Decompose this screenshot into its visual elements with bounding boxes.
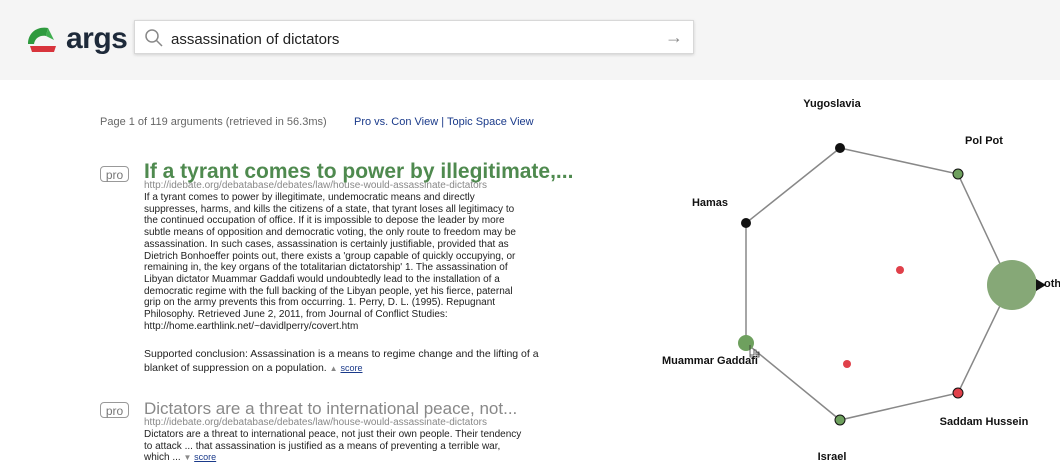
body-line: Dietrich Bonhoeffer points out, there ex… — [144, 250, 516, 262]
body-line: the continued occupation of office. If i… — [144, 215, 505, 227]
topic-label-other: othe — [1044, 278, 1060, 290]
top-bar: args → — [0, 0, 1060, 80]
conclusion-line-2: blanket of suppression on a population. … — [144, 362, 363, 374]
view-links: Pro vs. Con View | Topic Space View — [354, 116, 534, 128]
topic-label-israel: Israel — [818, 451, 847, 463]
search-bar: → — [134, 20, 694, 54]
argument-url[interactable]: http://idebate.org/debatabase/debates/la… — [144, 417, 487, 428]
graph-edges — [745, 147, 1011, 421]
page-info: Page 1 of 119 arguments (retrieved in 56… — [100, 116, 327, 128]
search-submit-arrow-icon[interactable]: → — [665, 27, 683, 48]
body-line: subtle means of opposition and democrati… — [144, 227, 516, 239]
stance-badge: pro — [100, 402, 129, 418]
body-line: http://home.earthlink.net/~davidlperry/c… — [144, 320, 359, 332]
upvote-icon[interactable]: ▲ — [330, 364, 338, 373]
search-input[interactable] — [169, 26, 663, 52]
stance-badge: pro — [100, 166, 129, 182]
body-line: which ... ▼ score — [144, 452, 217, 464]
logo-icon — [28, 27, 56, 52]
topic-space-view-link[interactable]: Topic Space View — [447, 116, 534, 128]
body-line: If a tyrant comes to power by illegitima… — [144, 192, 475, 203]
body-line: remaining in, the key organs of the tota… — [144, 262, 508, 274]
score-link[interactable]: score — [340, 363, 362, 373]
topic-label-pol-pot: Pol Pot — [965, 135, 1003, 147]
body-line: Philosophy. Retrieved June 2, 2011, from… — [144, 309, 448, 321]
view-separator: | — [441, 116, 445, 128]
body-line: Libyan dictator Muammar Gaddafi would un… — [144, 273, 500, 285]
topic-label-gaddafi: Muammar Gaddafi — [662, 355, 758, 367]
topic-label-yugoslavia: Yugoslavia — [803, 98, 861, 110]
logo-text: args — [66, 22, 128, 55]
argument-result: pro Dictators are a threat to internatio… — [100, 399, 545, 463]
body-line: democratic regime with the full backing … — [144, 285, 513, 297]
search-icon — [145, 29, 163, 47]
argument-result: pro If a tyrant comes to power by illegi… — [100, 160, 573, 380]
topic-node-israel[interactable] — [834, 414, 846, 426]
topic-node-pol-pot[interactable] — [952, 168, 964, 180]
topic-node-hamas[interactable] — [741, 218, 751, 228]
argument-body: If a tyrant comes to power by illegitima… — [144, 192, 544, 332]
score-link[interactable]: score — [194, 452, 216, 462]
body-line: to attack ... that assassination is just… — [144, 440, 501, 452]
argument-url[interactable]: http://idebate.org/debatabase/debates/la… — [144, 180, 487, 191]
topic-node-gaddafi[interactable] — [738, 335, 754, 351]
pro-con-view-link[interactable]: Pro vs. Con View — [354, 116, 438, 128]
body-line: grip on the army prevents this from occu… — [144, 297, 496, 309]
supported-conclusion: Supported conclusion: Assassination is a… — [144, 347, 544, 376]
topic-space-graph[interactable]: Yugoslavia Pol Pot othe Saddam Hussein I… — [600, 80, 1060, 463]
downvote-icon[interactable]: ▼ — [183, 453, 191, 462]
argument-title[interactable]: Dictators are a threat to international … — [144, 399, 517, 419]
argument-point[interactable] — [896, 266, 904, 274]
argument-body: Dictators are a threat to international … — [144, 429, 544, 464]
logo[interactable]: args — [24, 22, 128, 56]
topic-node-saddam[interactable] — [952, 387, 964, 399]
conclusion-line: Supported conclusion: Assassination is a… — [144, 348, 539, 360]
topic-label-hamas: Hamas — [692, 197, 728, 209]
body-line: Dictators are a threat to international … — [144, 429, 522, 440]
topic-node-yugoslavia[interactable] — [835, 143, 845, 153]
argument-point[interactable] — [843, 360, 851, 368]
topic-label-saddam: Saddam Hussein — [940, 416, 1029, 428]
body-line: assassination. In such cases, assassinat… — [144, 238, 509, 250]
body-line: suppresses, harms, and kills the citizen… — [144, 203, 515, 215]
topic-node-big[interactable] — [987, 260, 1037, 310]
